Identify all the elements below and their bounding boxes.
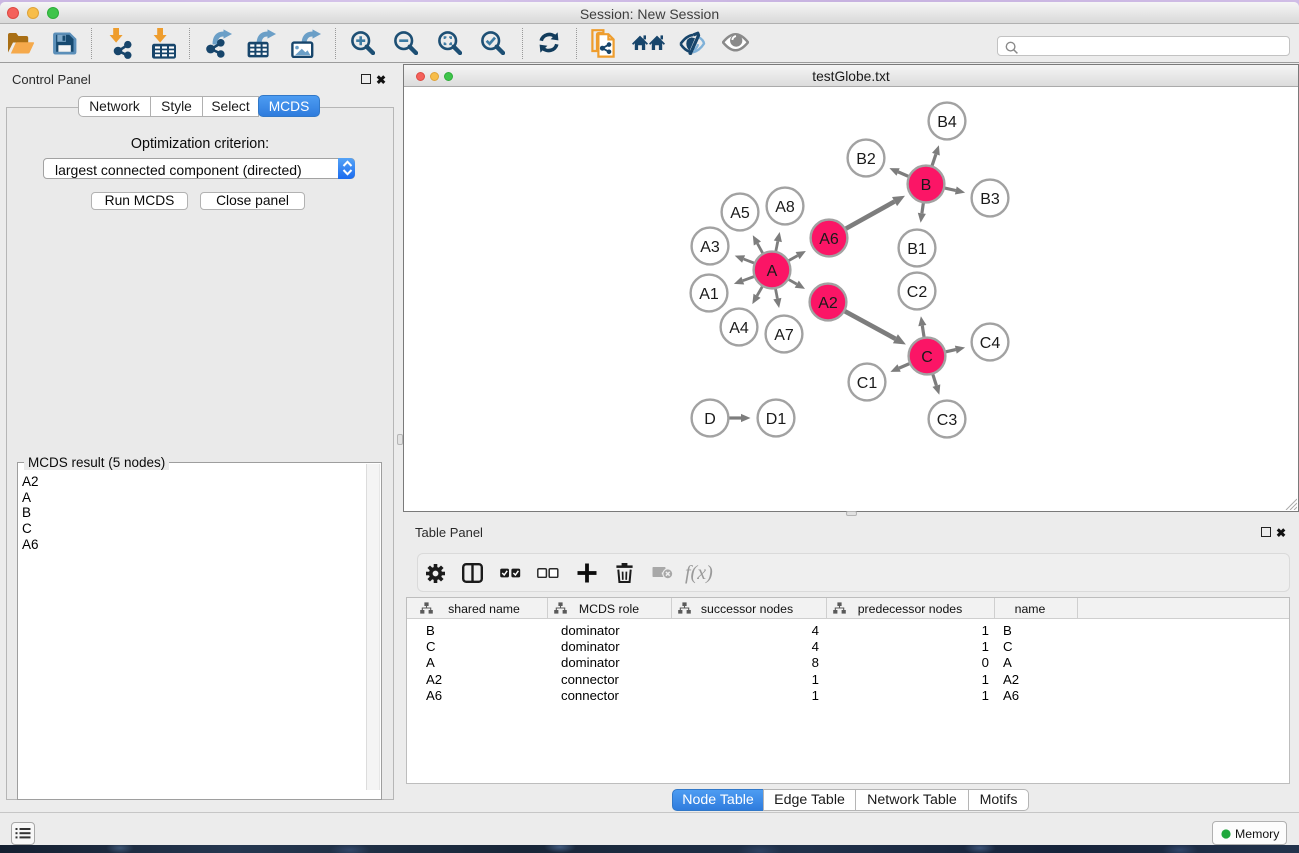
svg-text:B4: B4	[937, 114, 957, 131]
svg-text:B3: B3	[980, 191, 1000, 208]
svg-text:A7: A7	[774, 327, 794, 344]
svg-text:B: B	[921, 177, 932, 194]
svg-text:A3: A3	[700, 239, 720, 256]
svg-text:A8: A8	[775, 199, 795, 216]
svg-text:B2: B2	[856, 151, 876, 168]
svg-text:A6: A6	[819, 231, 839, 248]
svg-text:C3: C3	[937, 412, 958, 429]
svg-text:C: C	[921, 349, 933, 366]
svg-text:A5: A5	[730, 205, 750, 222]
svg-text:C2: C2	[907, 284, 928, 301]
svg-text:A1: A1	[699, 286, 719, 303]
svg-text:A4: A4	[729, 320, 749, 337]
svg-text:D: D	[704, 411, 716, 428]
svg-text:D1: D1	[766, 411, 787, 428]
svg-text:C4: C4	[980, 335, 1001, 352]
svg-text:B1: B1	[907, 241, 927, 258]
svg-text:A2: A2	[818, 295, 838, 312]
svg-text:C1: C1	[857, 375, 878, 392]
svg-text:A: A	[767, 263, 778, 280]
